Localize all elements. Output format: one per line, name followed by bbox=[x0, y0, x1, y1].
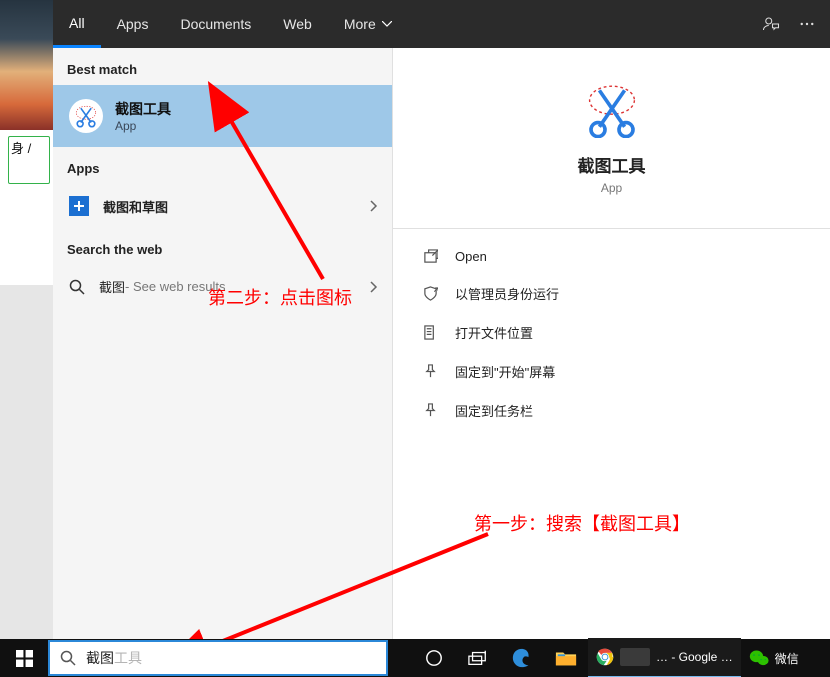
preview-subtitle: App bbox=[601, 181, 622, 195]
search-autocomplete-ghost: 工具 bbox=[114, 648, 142, 668]
preview-title: 截图工具 bbox=[578, 152, 646, 177]
web-result[interactable]: 截图 - See web results bbox=[53, 265, 392, 308]
chrome-icon bbox=[596, 648, 614, 666]
windows-icon bbox=[16, 650, 33, 667]
wallpaper-fragment bbox=[0, 0, 53, 130]
file-explorer-button[interactable] bbox=[544, 639, 588, 677]
search-icon bbox=[60, 650, 76, 666]
action-open-label: Open bbox=[455, 249, 487, 264]
snipping-tool-icon bbox=[69, 99, 103, 133]
preview-column: 截图工具 App Open 以管理员身份运行 bbox=[392, 48, 830, 639]
wechat-taskbar-item[interactable]: 微信 bbox=[741, 639, 807, 677]
action-run-admin-label: 以管理员身份运行 bbox=[455, 284, 559, 303]
taskbar-search-box[interactable]: 截图工具 bbox=[48, 640, 388, 676]
taskbar-icons: … - Google … 微信 bbox=[412, 639, 807, 677]
preview-header: 截图工具 App bbox=[393, 48, 830, 229]
tab-apps[interactable]: Apps bbox=[101, 0, 165, 48]
action-open-location[interactable]: 打开文件位置 bbox=[393, 313, 830, 352]
action-open[interactable]: Open bbox=[393, 239, 830, 274]
web-query-label: 截图 bbox=[99, 277, 125, 296]
best-match-title: 截图工具 bbox=[115, 99, 171, 119]
action-pin-taskbar[interactable]: 固定到任务栏 bbox=[393, 391, 830, 430]
action-run-admin[interactable]: 以管理员身份运行 bbox=[393, 274, 830, 313]
search-typed: 截图 bbox=[86, 648, 114, 668]
best-match-subtitle: App bbox=[115, 119, 171, 133]
apps-header: Apps bbox=[53, 147, 392, 184]
pin-icon bbox=[421, 364, 439, 379]
search-icon bbox=[69, 279, 85, 295]
action-pin-taskbar-label: 固定到任务栏 bbox=[455, 401, 533, 420]
app-result-snip-sketch[interactable]: 截图和草图 bbox=[53, 184, 392, 228]
feedback-icon[interactable] bbox=[762, 15, 780, 33]
more-options-icon[interactable] bbox=[798, 15, 816, 33]
pin-icon bbox=[421, 403, 439, 418]
wechat-taskbar-label: 微信 bbox=[775, 650, 799, 667]
snip-sketch-icon bbox=[69, 196, 89, 216]
chrome-thumb bbox=[620, 648, 650, 666]
open-icon bbox=[421, 249, 439, 264]
taskbar: 截图工具 bbox=[0, 639, 830, 677]
actions-list: Open 以管理员身份运行 打开文件位置 bbox=[393, 229, 830, 440]
task-view-button[interactable] bbox=[456, 639, 500, 677]
chevron-down-icon bbox=[382, 21, 392, 27]
search-web-header: Search the web bbox=[53, 228, 392, 265]
web-suffix-label: - See web results bbox=[125, 279, 225, 294]
app-result-label: 截图和草图 bbox=[103, 197, 168, 216]
folder-icon bbox=[421, 325, 439, 340]
tab-all[interactable]: All bbox=[53, 0, 101, 48]
wechat-icon bbox=[749, 649, 769, 667]
edge-button[interactable] bbox=[500, 639, 544, 677]
desktop-background-sliver: 身 / bbox=[0, 0, 53, 285]
desktop-card-fragment: 身 / bbox=[8, 136, 50, 184]
tab-more[interactable]: More bbox=[328, 0, 408, 48]
tab-web[interactable]: Web bbox=[267, 0, 328, 48]
action-open-location-label: 打开文件位置 bbox=[455, 323, 533, 342]
search-header: All Apps Documents Web More bbox=[53, 0, 830, 48]
search-panel: Best match 截图工具 App Apps bbox=[53, 48, 830, 639]
action-pin-start[interactable]: 固定到"开始"屏幕 bbox=[393, 352, 830, 391]
chrome-taskbar-item[interactable]: … - Google … bbox=[588, 638, 741, 677]
tab-more-label: More bbox=[344, 16, 376, 32]
tab-documents[interactable]: Documents bbox=[164, 0, 267, 48]
action-pin-start-label: 固定到"开始"屏幕 bbox=[455, 362, 555, 381]
cortana-button[interactable] bbox=[412, 639, 456, 677]
shield-icon bbox=[421, 286, 439, 301]
best-match-header: Best match bbox=[53, 48, 392, 85]
start-button[interactable] bbox=[0, 639, 48, 677]
best-match-result[interactable]: 截图工具 App bbox=[53, 85, 392, 147]
filter-tabs: All Apps Documents Web More bbox=[53, 0, 408, 48]
chevron-right-icon[interactable] bbox=[369, 199, 378, 213]
snipping-tool-icon bbox=[584, 82, 640, 138]
results-column: Best match 截图工具 App Apps bbox=[53, 48, 392, 639]
chrome-taskbar-label: … - Google … bbox=[656, 650, 733, 664]
chevron-right-icon[interactable] bbox=[369, 280, 378, 294]
